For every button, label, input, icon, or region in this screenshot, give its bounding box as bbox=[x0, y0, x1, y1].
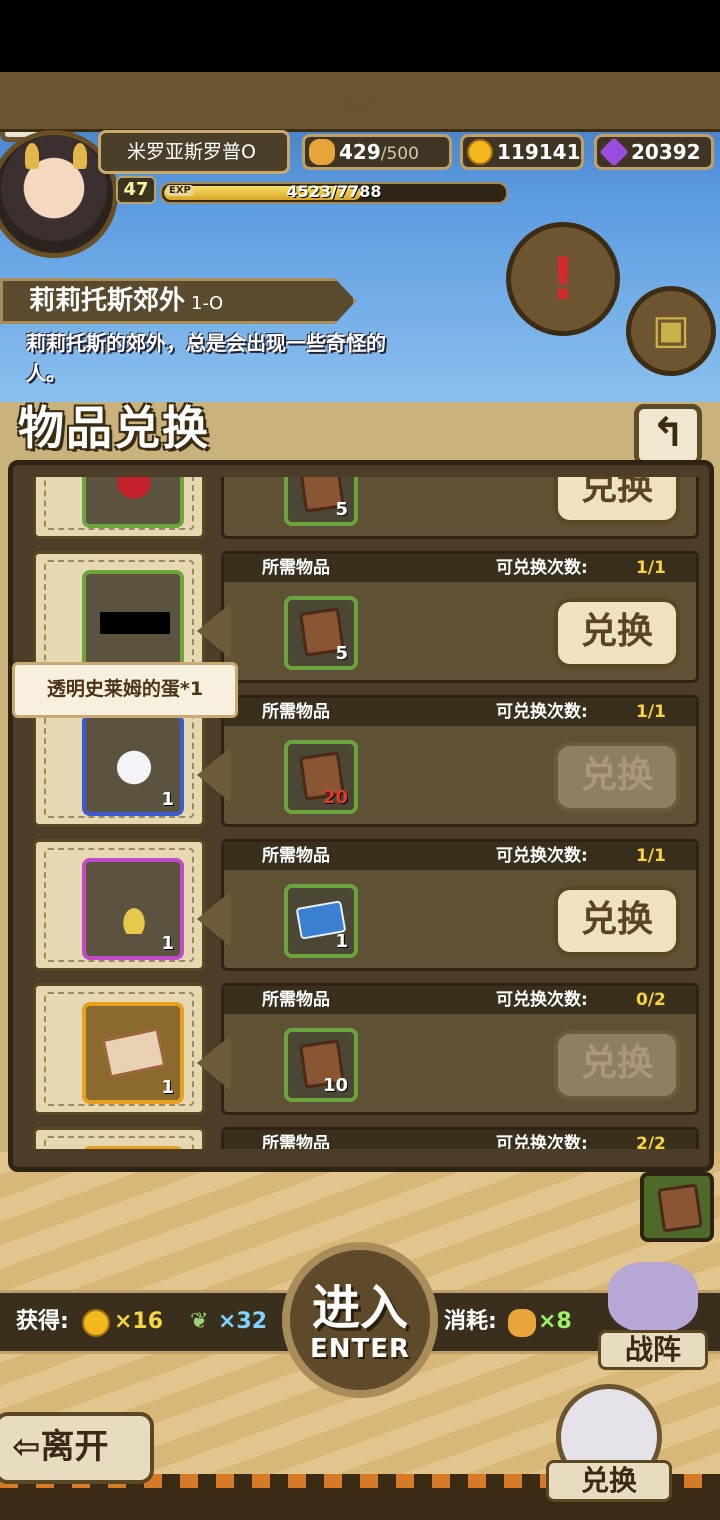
required-item-slot[interactable]: 5 bbox=[284, 596, 358, 670]
stage-description: 莉莉托斯的郊外，总是会出现一些奇怪的人。 bbox=[26, 331, 386, 385]
reward-slot[interactable]: 1 bbox=[82, 858, 184, 960]
required-item-slot[interactable]: 10 bbox=[284, 1028, 358, 1102]
reward-cell: 1 bbox=[33, 839, 205, 971]
reward-cell bbox=[33, 1127, 205, 1149]
exchange-button[interactable]: 兑换 bbox=[554, 598, 680, 668]
reward-cell: 1 bbox=[33, 983, 205, 1115]
required-label: 所需物品 bbox=[262, 990, 330, 1010]
arrow-icon bbox=[197, 747, 231, 803]
bread-cost: ×8 bbox=[538, 1309, 572, 1334]
book-icon bbox=[657, 1183, 703, 1233]
reward-slot[interactable] bbox=[82, 570, 184, 672]
reward-slot[interactable]: 1 bbox=[82, 1002, 184, 1104]
requirement-cell: 所需物品 可兑换次数: 0/2 10 兑换 bbox=[221, 983, 699, 1115]
reward-qty: 1 bbox=[161, 933, 174, 954]
required-qty: 5 bbox=[335, 643, 348, 664]
reward-qty: 1 bbox=[161, 789, 174, 810]
stage-name: 莉莉托斯郊外 bbox=[29, 286, 186, 316]
reward-qty: 1 bbox=[161, 1077, 174, 1098]
gold-gain: ×16 bbox=[114, 1309, 164, 1334]
count-value: 1/1 bbox=[636, 558, 666, 578]
gain-label: 获得: bbox=[16, 1309, 69, 1334]
exchange-row: 1 所需物品 可兑换次数: 0/2 10 兑换 bbox=[25, 983, 699, 1115]
stage-title: 莉莉托斯郊外 1-O bbox=[0, 278, 356, 324]
stage-code: 1-O bbox=[191, 293, 224, 314]
hidden-item-bar bbox=[100, 612, 170, 634]
feather-gain: ×32 bbox=[218, 1309, 268, 1334]
drop-item-slot[interactable] bbox=[640, 1172, 714, 1242]
enter-label-en: ENTER bbox=[309, 1334, 411, 1364]
exchange-list[interactable]: 5 兑换 所需物品 可兑换次数: 1/1 5 兑换 1 所需物品 可兑换次数: … bbox=[25, 477, 699, 1149]
count-value: 2/2 bbox=[636, 1134, 666, 1149]
enter-label-cn: 进入 bbox=[311, 1280, 408, 1336]
reward-cell bbox=[33, 477, 205, 539]
reward-slot[interactable]: 1 bbox=[82, 714, 184, 816]
mail-button[interactable]: ✉ bbox=[0, 72, 377, 142]
count-label: 可兑换次数: bbox=[496, 702, 588, 722]
back-button[interactable]: ↰ bbox=[634, 404, 702, 466]
count-label: 可兑换次数: bbox=[496, 1134, 588, 1149]
arrow-icon bbox=[197, 891, 231, 947]
required-label: 所需物品 bbox=[262, 1134, 330, 1149]
count-value: 0/2 bbox=[636, 990, 666, 1010]
party-icon bbox=[608, 1262, 698, 1332]
requirement-cell: 所需物品 可兑换次数: 1/1 1 兑换 bbox=[221, 839, 699, 971]
golden-stand-icon bbox=[106, 884, 162, 934]
row-header: 所需物品 可兑换次数: 1/1 bbox=[224, 842, 696, 870]
count-label: 可兑换次数: bbox=[496, 846, 588, 866]
backpack-icon: ▣ bbox=[652, 307, 690, 353]
row-header: 所需物品 可兑换次数: 1/1 bbox=[224, 698, 696, 726]
requirement-cell: 所需物品 可兑换次数: 1/1 5 兑换 bbox=[221, 551, 699, 683]
game-screen: 米罗亚斯罗普O 47 EXP 4523/7788 429/500 119141 … bbox=[0, 72, 720, 1520]
row-header: 所需物品 可兑换次数: 1/1 bbox=[224, 554, 696, 582]
formation-label: 战阵 bbox=[598, 1330, 708, 1370]
arrow-icon bbox=[197, 1035, 231, 1091]
required-label: 所需物品 bbox=[262, 846, 330, 866]
panel-title: 物品兑换 bbox=[18, 401, 210, 455]
required-qty: 1 bbox=[335, 931, 348, 952]
required-qty: 20 bbox=[322, 787, 348, 808]
exchange-button[interactable]: 兑换 bbox=[554, 477, 680, 524]
row-header: 所需物品 可兑换次数: 2/2 bbox=[224, 1130, 696, 1149]
item-tooltip: 透明史莱姆的蛋*1 bbox=[12, 662, 238, 718]
exchange-row: 5 兑换 bbox=[25, 477, 699, 539]
required-label: 所需物品 bbox=[262, 702, 330, 722]
count-value: 1/1 bbox=[636, 702, 666, 722]
requirement-cell: 5 兑换 bbox=[221, 477, 699, 539]
arrow-icon bbox=[197, 603, 231, 659]
exchange-button-disabled: 兑换 bbox=[554, 1030, 680, 1100]
required-item-slot[interactable]: 20 bbox=[284, 740, 358, 814]
count-value: 1/1 bbox=[636, 846, 666, 866]
enter-button[interactable]: 进入 ENTER bbox=[282, 1242, 438, 1398]
count-label: 可兑换次数: bbox=[496, 990, 588, 1010]
slime-egg-icon bbox=[106, 740, 162, 790]
gold-coin-icon bbox=[82, 1309, 110, 1337]
count-label: 可兑换次数: bbox=[496, 558, 588, 578]
exchange-row: 1 所需物品 可兑换次数: 1/1 1 兑换 bbox=[25, 839, 699, 971]
required-qty: 5 bbox=[335, 499, 348, 520]
red-claw-icon bbox=[106, 477, 162, 502]
required-label: 所需物品 bbox=[262, 558, 330, 578]
required-item-slot[interactable]: 5 bbox=[284, 477, 358, 526]
cost-label: 消耗: bbox=[444, 1309, 497, 1334]
exchange-button[interactable]: 兑换 bbox=[554, 886, 680, 956]
requirement-cell: 所需物品 可兑换次数: 1/1 20 兑换 bbox=[221, 695, 699, 827]
requirement-cell: 所需物品 可兑换次数: 2/2 bbox=[221, 1127, 699, 1149]
backpack-button[interactable]: ▣ bbox=[626, 286, 716, 376]
reward-slot[interactable] bbox=[82, 477, 184, 528]
required-qty: 10 bbox=[322, 1075, 348, 1096]
reward-slot[interactable] bbox=[82, 1146, 184, 1149]
required-item-slot[interactable]: 1 bbox=[284, 884, 358, 958]
leave-button[interactable]: ⇦离开 bbox=[0, 1412, 154, 1484]
row-header: 所需物品 可兑换次数: 0/2 bbox=[224, 986, 696, 1014]
exchange-main-label: 兑换 bbox=[546, 1460, 672, 1502]
ticket-icon bbox=[102, 1028, 166, 1078]
feather-icon: ❦ bbox=[190, 1309, 209, 1334]
exchange-panel: 5 兑换 所需物品 可兑换次数: 1/1 5 兑换 1 所需物品 可兑换次数: … bbox=[8, 460, 714, 1172]
exchange-row: 所需物品 可兑换次数: 2/2 bbox=[25, 1127, 699, 1149]
bread-icon bbox=[508, 1309, 536, 1337]
exchange-main-button[interactable]: 兑换 bbox=[546, 1384, 672, 1514]
formation-button[interactable]: 战阵 bbox=[588, 1256, 718, 1376]
exchange-button-disabled: 兑换 bbox=[554, 742, 680, 812]
